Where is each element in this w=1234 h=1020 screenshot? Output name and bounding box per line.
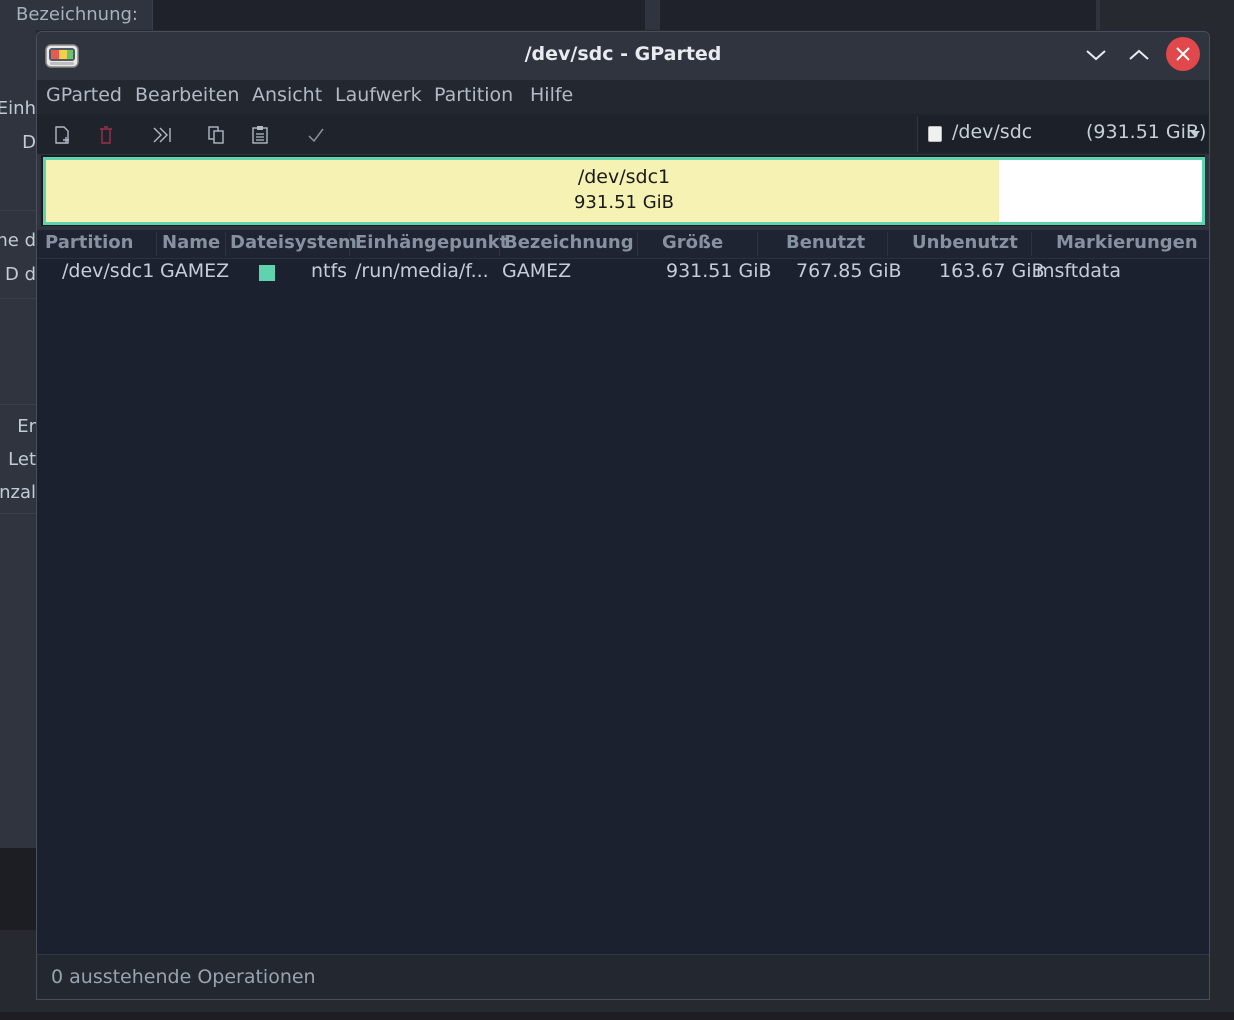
cell-label: GAMEZ — [502, 260, 572, 282]
disk-map: /dev/sdc1 931.51 GiB — [41, 155, 1205, 226]
background-side-panel: Einh D ne d D d Er Let nzal — [0, 30, 36, 848]
resize-move-button[interactable] — [149, 122, 175, 148]
menu-partition[interactable]: Partition — [434, 84, 513, 106]
menu-gparted[interactable]: GParted — [46, 84, 122, 106]
paste-icon — [252, 126, 268, 144]
minimize-button[interactable] — [1079, 38, 1113, 72]
device-name: /dev/sdc — [952, 121, 1033, 143]
copy-button[interactable] — [203, 122, 229, 148]
header-filesystem[interactable]: Dateisystem — [230, 232, 357, 253]
background-panel — [0, 1012, 1234, 1020]
partition-list: Partition Name Dateisystem Einhängepunkt… — [37, 230, 1209, 954]
partition-block-name: /dev/sdc1 — [577, 166, 671, 188]
background-text: Er — [17, 416, 36, 437]
cell-flags: msftdata — [1036, 260, 1122, 282]
cell-name: GAMEZ — [160, 260, 230, 282]
new-partition-icon — [55, 126, 69, 144]
delete-button[interactable] — [93, 122, 119, 148]
menu-hilfe[interactable]: Hilfe — [530, 84, 573, 106]
toolbar: /dev/sdc (931.51 GiB) — [37, 114, 1209, 154]
menu-ansicht[interactable]: Ansicht — [252, 84, 322, 106]
background-entry — [152, 0, 645, 30]
status-bar: 0 ausstehende Operationen — [37, 954, 1209, 999]
cell-partition: /dev/sdc1 — [62, 260, 155, 282]
maximize-button[interactable] — [1122, 38, 1156, 72]
header-name[interactable]: Name — [162, 232, 220, 253]
header-used[interactable]: Benutzt — [786, 232, 865, 253]
gparted-window: /dev/sdc - GParted GParted Bearbeiten An… — [36, 31, 1210, 1000]
copy-icon — [208, 126, 224, 144]
header-label[interactable]: Bezeichnung — [504, 232, 634, 253]
header-unused[interactable]: Unbenutzt — [912, 232, 1018, 253]
background-text: D — [22, 132, 36, 153]
header-mountpoint[interactable]: Einhängepunkt — [355, 232, 508, 253]
menu-laufwerk[interactable]: Laufwerk — [335, 84, 422, 106]
new-partition-button[interactable] — [49, 122, 75, 148]
cell-filesystem: ntfs — [311, 260, 348, 282]
header-flags[interactable]: Markierungen — [1056, 232, 1198, 253]
apply-button[interactable] — [303, 122, 329, 148]
filesystem-color-swatch — [259, 265, 275, 281]
paste-button[interactable] — [247, 122, 273, 148]
menu-bar: GParted Bearbeiten Ansicht Laufwerk Part… — [37, 80, 1209, 114]
resize-move-icon — [153, 127, 171, 143]
close-icon — [1176, 47, 1190, 61]
chevron-up-icon — [1129, 49, 1149, 60]
background-panel — [0, 848, 36, 930]
background-text: ne d — [0, 230, 36, 251]
table-header: Partition Name Dateisystem Einhängepunkt… — [37, 230, 1209, 259]
device-size: (931.51 GiB) — [1086, 121, 1207, 143]
chevron-down-icon — [1086, 50, 1106, 61]
pending-operations-text: 0 ausstehende Operationen — [51, 966, 316, 988]
cell-mountpoint: /run/media/f... — [355, 260, 489, 282]
background-text: Einh — [0, 98, 36, 119]
background-header: Bezeichnung: — [0, 0, 1100, 30]
menu-bearbeiten[interactable]: Bearbeiten — [135, 84, 239, 106]
background-label: Bezeichnung: — [16, 4, 138, 25]
partition-block-size: 931.51 GiB — [573, 192, 674, 213]
disk-icon — [928, 126, 942, 142]
cell-size: 931.51 GiB — [666, 260, 772, 282]
delete-icon — [100, 126, 112, 144]
cell-unused: 163.67 GiB — [939, 260, 1045, 282]
partition-block-sdc1[interactable]: /dev/sdc1 931.51 GiB — [43, 157, 1205, 225]
header-partition[interactable]: Partition — [45, 232, 133, 253]
header-size[interactable]: Größe — [662, 232, 723, 253]
background-text: nzal — [0, 482, 36, 503]
device-selector[interactable]: /dev/sdc (931.51 GiB) — [917, 116, 1208, 152]
window-title: /dev/sdc - GParted — [524, 43, 722, 65]
background-text: Let — [8, 449, 36, 470]
background-text: D d — [4, 264, 36, 285]
dropdown-arrow-icon — [1190, 131, 1200, 137]
title-bar[interactable]: /dev/sdc - GParted — [37, 32, 1209, 80]
cell-used: 767.85 GiB — [796, 260, 902, 282]
background-entry — [660, 0, 1096, 30]
close-button[interactable] — [1166, 37, 1200, 71]
table-row[interactable]: /dev/sdc1 GAMEZ ntfs /run/media/f... GAM… — [37, 258, 1209, 288]
apply-icon — [308, 128, 324, 143]
